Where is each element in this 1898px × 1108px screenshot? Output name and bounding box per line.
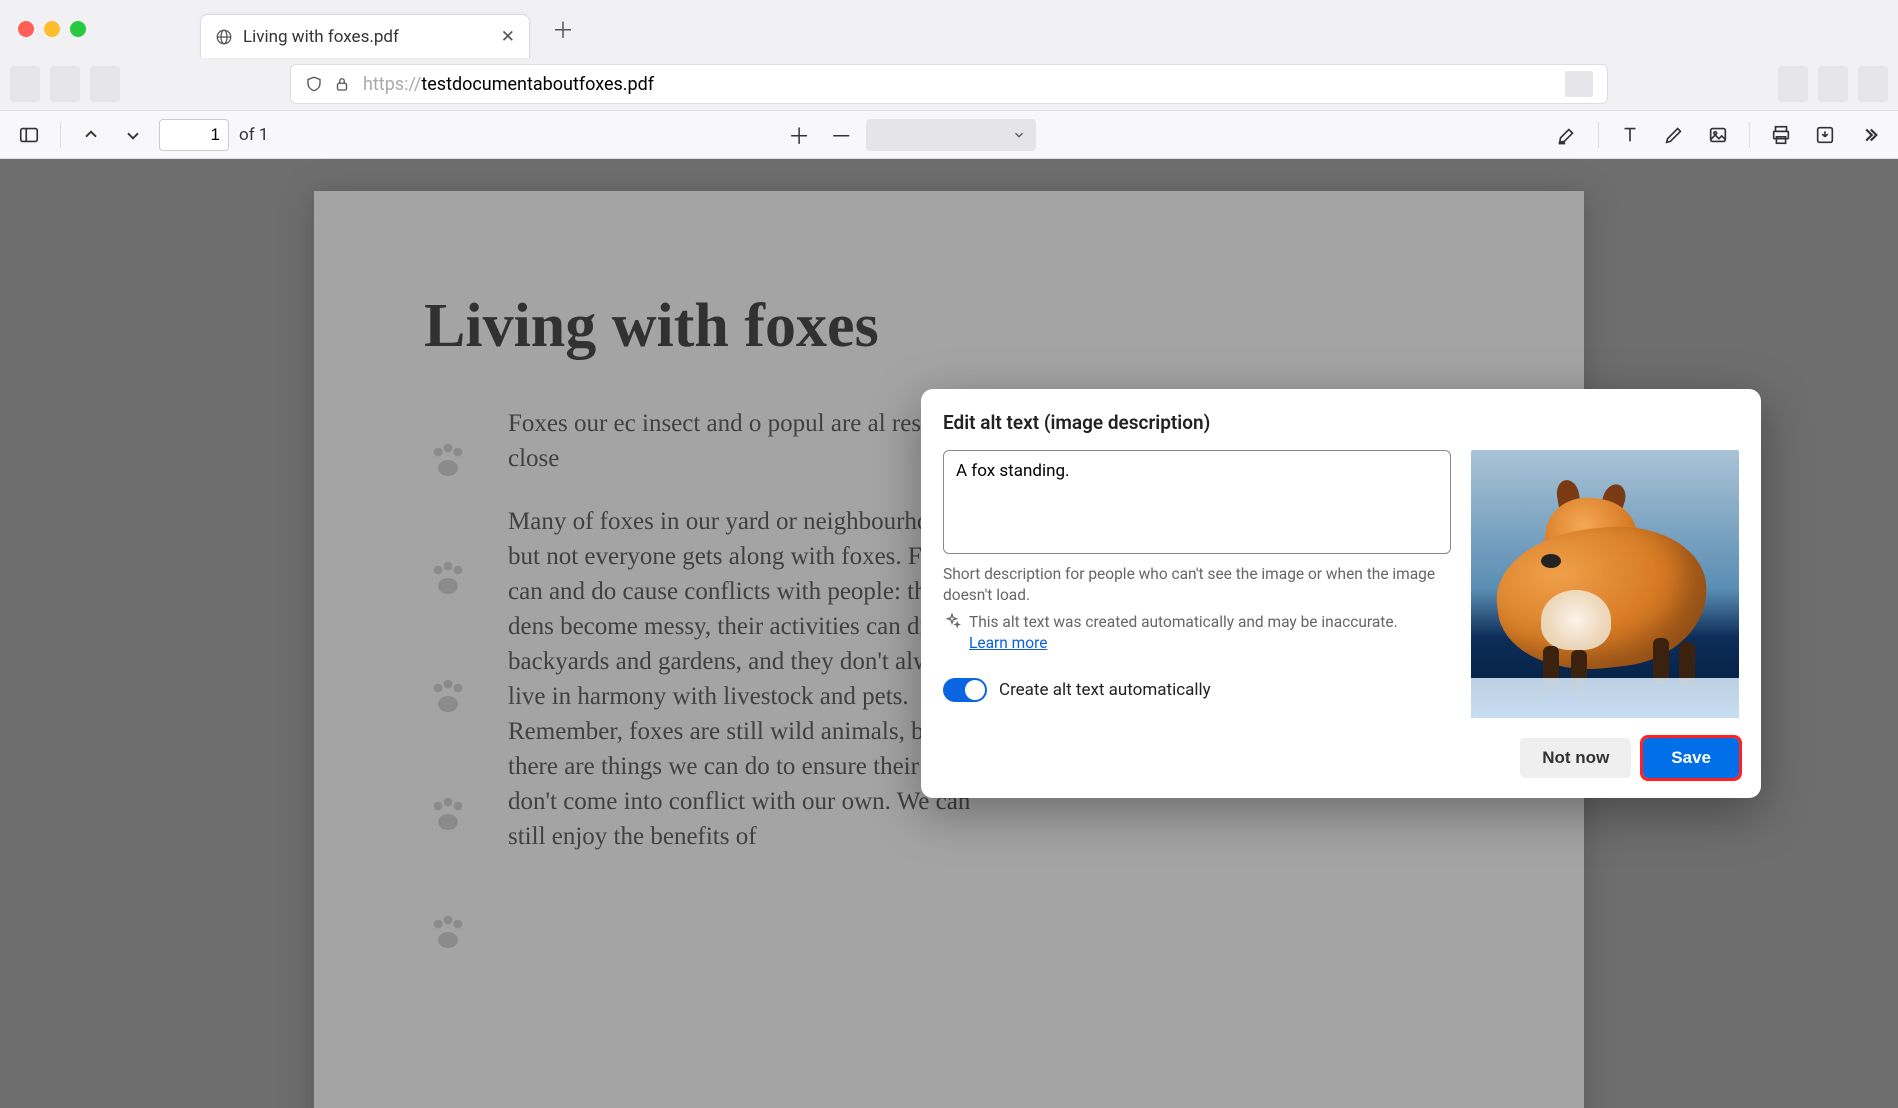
draw-tool-button[interactable]: [1657, 120, 1691, 150]
next-page-button[interactable]: [117, 121, 149, 149]
new-tab-button[interactable]: ＋: [544, 9, 582, 49]
page-total-label: of 1: [239, 125, 268, 145]
dialog-title: Edit alt text (image description): [943, 411, 1739, 434]
zoom-select[interactable]: [866, 119, 1036, 151]
chevron-down-icon: [1012, 128, 1026, 142]
page-number-input[interactable]: [159, 119, 229, 151]
ext-placeholder-3[interactable]: [1858, 66, 1888, 102]
pdf-viewport[interactable]: Living with foxes Foxes our ec insect an…: [0, 159, 1898, 1108]
url-text: https://testdocumentaboutfoxes.pdf: [363, 74, 654, 95]
globe-icon: [215, 28, 233, 46]
save-button[interactable]: Save: [1643, 738, 1739, 778]
edit-alt-text-dialog: Edit alt text (image description) Short …: [921, 389, 1761, 798]
image-preview: [1471, 450, 1739, 718]
maximize-window-button[interactable]: [70, 21, 86, 37]
url-bar[interactable]: https://testdocumentaboutfoxes.pdf: [290, 64, 1608, 104]
nav-reload-placeholder[interactable]: [90, 66, 120, 102]
shield-icon[interactable]: [305, 75, 323, 93]
sparkle-icon: [943, 612, 961, 654]
alt-text-input[interactable]: [943, 450, 1451, 554]
toggle-label: Create alt text automatically: [999, 680, 1211, 700]
tab-strip: Living with foxes.pdf ✕ ＋: [0, 0, 1898, 58]
print-button[interactable]: [1764, 120, 1798, 150]
auto-generated-note: This alt text was created automatically …: [943, 612, 1451, 654]
minimize-window-button[interactable]: [44, 21, 60, 37]
lock-icon[interactable]: [333, 75, 351, 93]
not-now-button[interactable]: Not now: [1520, 738, 1631, 778]
zoom-in-button[interactable]: ＋: [782, 115, 816, 155]
url-action-placeholder[interactable]: [1565, 71, 1593, 97]
prev-page-button[interactable]: [75, 121, 107, 149]
pdf-toolbar: of 1 ＋ －: [0, 111, 1898, 159]
tab-living-with-foxes[interactable]: Living with foxes.pdf ✕: [200, 14, 530, 58]
learn-more-link[interactable]: Learn more: [969, 634, 1047, 652]
sidebar-toggle-button[interactable]: [12, 120, 46, 150]
close-tab-button[interactable]: ✕: [501, 27, 515, 47]
image-tool-button[interactable]: [1701, 120, 1735, 150]
nav-forward-placeholder[interactable]: [50, 66, 80, 102]
more-tools-button[interactable]: [1852, 120, 1886, 150]
download-button[interactable]: [1808, 120, 1842, 150]
ext-placeholder-1[interactable]: [1778, 66, 1808, 102]
tab-title: Living with foxes.pdf: [243, 27, 491, 47]
alt-text-hint: Short description for people who can't s…: [943, 564, 1451, 606]
highlight-tool-button[interactable]: [1550, 120, 1584, 150]
browser-chrome: Living with foxes.pdf ✕ ＋ https://testdo…: [0, 0, 1898, 111]
nav-back-placeholder[interactable]: [10, 66, 40, 102]
zoom-out-button[interactable]: －: [824, 115, 858, 155]
toolbar-row: https://testdocumentaboutfoxes.pdf: [0, 58, 1898, 110]
auto-alt-text-toggle[interactable]: [943, 678, 987, 702]
ext-placeholder-2[interactable]: [1818, 66, 1848, 102]
close-window-button[interactable]: [18, 21, 34, 37]
text-tool-button[interactable]: [1613, 120, 1647, 150]
window-controls: [18, 21, 86, 37]
